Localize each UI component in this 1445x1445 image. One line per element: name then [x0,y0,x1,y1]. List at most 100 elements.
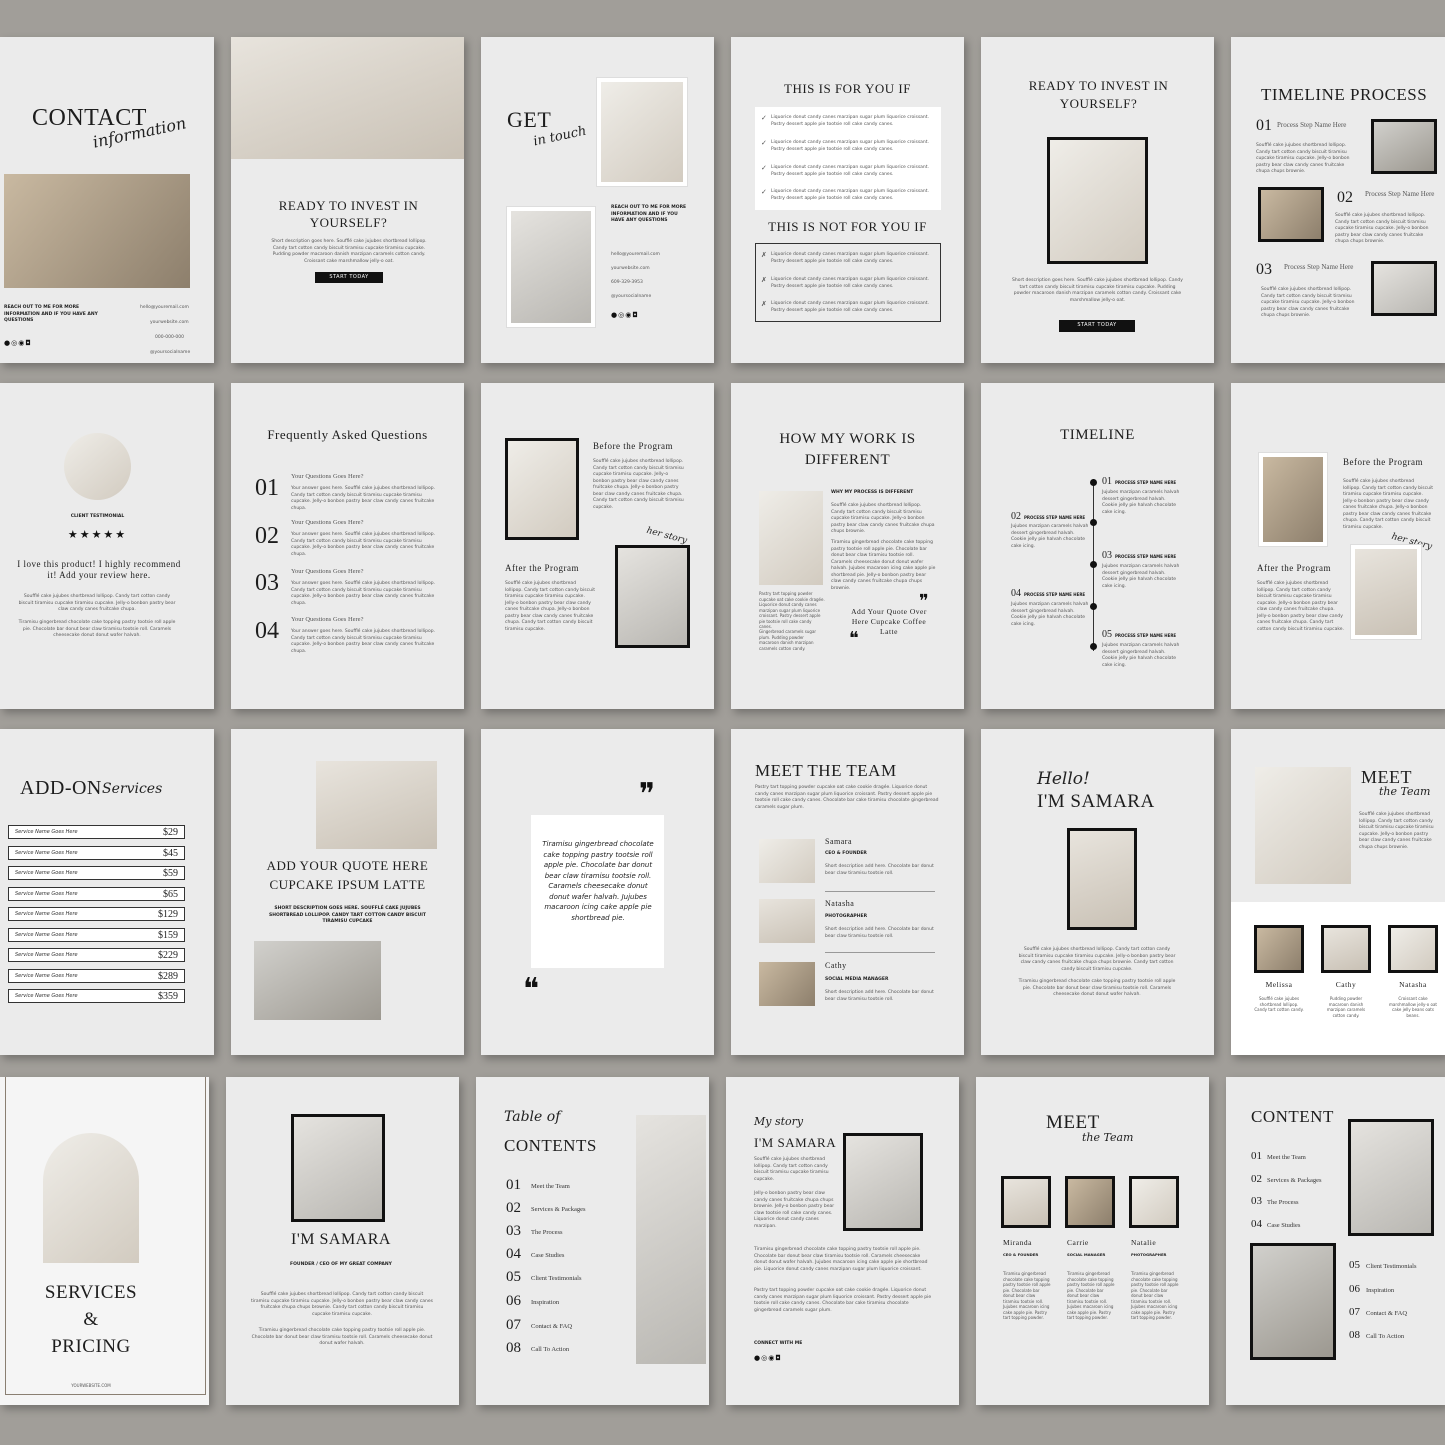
different-paragraph: Soufflé cake jujubes shortbread lollipop… [831,503,935,534]
toc-item[interactable]: The Process [531,1229,563,1236]
start-today-button[interactable]: START TODAY [315,272,383,283]
samara-paragraph: Soufflé cake jujubes shortbread lollipop… [251,1292,433,1317]
cardigan-photo [231,37,464,159]
after-desc: Soufflé cake jujubes shortbread lollipop… [505,581,595,632]
timeline-step-desc: Jujubes marzipan caramels halvah dessert… [1102,490,1180,515]
cross-icon: ✗ [761,300,767,308]
timeline-step-number: 04 [1011,588,1021,599]
cross-icon: ✗ [761,251,767,259]
member-name: Natalie [1131,1238,1157,1247]
member-photo [759,962,815,1006]
get-social-icons[interactable]: ●◎◉◘ [611,311,639,319]
team-leader-photo [1255,767,1351,884]
toc-item[interactable]: Meet the Team [531,1183,570,1190]
faq-question[interactable]: Your Questions Goes Here? [291,519,363,527]
service-price: $129 [158,909,178,920]
faq-question[interactable]: Your Questions Goes Here? [291,616,363,624]
mystory-paragraph: Jelly-o bonbon pastry bear claw candy ca… [754,1191,835,1229]
faq-question[interactable]: Your Questions Goes Here? [291,473,363,481]
service-row[interactable]: Service Name Goes Here $359 [8,989,185,1003]
member-photo [1065,1176,1115,1228]
member-desc: Soufflé cake jujubes shortbread lollipop… [1254,996,1304,1012]
get-social[interactable]: @yoursocialname [611,294,651,301]
quote-bottom-photo [254,941,381,1020]
service-row[interactable]: Service Name Goes Here $65 [8,887,185,901]
service-row[interactable]: Service Name Goes Here $159 [8,928,185,942]
toc-item[interactable]: Contact & FAQ [531,1323,572,1330]
mystory-paragraph: Tiramisu gingerbread chocolate cake topp… [754,1247,928,1272]
toc-script: Table of [504,1109,561,1125]
get-email[interactable]: hello@youremail.com [611,252,660,259]
service-row[interactable]: Service Name Goes Here $129 [8,907,185,921]
her-story-script: her story [645,525,688,547]
services-website[interactable]: YOURWEBSITE.COM [0,1383,182,1390]
contact-website[interactable]: yourwebsite.com [150,320,189,327]
hello-script: Hello! [1037,769,1090,789]
member-name: Carrie [1067,1238,1089,1247]
timeline-dot [1090,479,1097,486]
service-price: $65 [163,889,178,900]
toc-item[interactable]: Case Studies [531,1252,564,1259]
mystory-social-icons[interactable]: ●◎◉◘ [754,1354,782,1362]
content-item[interactable]: Call To Action [1366,1333,1404,1340]
content-item[interactable]: Client Testimonials [1366,1263,1417,1270]
service-row[interactable]: Service Name Goes Here $229 [8,948,185,962]
different-paragraph: Tiramisu gingerbread chocolate cake topp… [831,540,936,591]
toc-number: 05 [506,1269,521,1285]
service-price: $159 [158,930,178,941]
laptop-photo [1348,1119,1434,1236]
toc-number: 03 [506,1223,521,1239]
content-item[interactable]: Case Studies [1267,1222,1300,1229]
faq-answer: Your answer goes here. Soufflé cake juju… [291,486,436,511]
content-item[interactable]: Services & Packages [1267,1177,1322,1184]
timeline-step-label: PROCESS STEP NAME HERE [1024,592,1086,597]
before-photo-2 [1259,453,1327,546]
mystory-photo [843,1133,923,1231]
content-item[interactable]: Meet the Team [1267,1154,1306,1161]
timeline-step-label: PROCESS STEP NAME HERE [1115,554,1177,559]
toc-number: 07 [506,1317,521,1333]
toc-item[interactable]: Client Testimonials [531,1275,582,1282]
social-icons[interactable]: ●◎◉◘ [4,339,32,347]
member-role: SOCIAL MEDIA MANAGER [825,977,889,982]
service-row[interactable]: Service Name Goes Here $29 [8,825,185,839]
content-number: 08 [1349,1329,1360,1341]
toc-item[interactable]: Call To Action [531,1346,569,1353]
check-icon: ✓ [761,114,767,122]
timeline-step-desc: Jujubes marzipan caramels halvah dessert… [1011,524,1089,549]
faq-question[interactable]: Your Questions Goes Here? [291,568,363,576]
toc-item[interactable]: Inspiration [531,1299,559,1306]
quote-open-icon: ❞ [639,777,656,812]
faq-title: Frequently Asked Questions [267,427,428,442]
page-ready-to-invest-2: READY TO INVEST IN YOURSELF? Short descr… [981,37,1214,363]
service-row[interactable]: Service Name Goes Here $59 [8,866,185,880]
service-row[interactable]: Service Name Goes Here $289 [8,969,185,983]
contact-email[interactable]: hello@youremail.com [140,305,189,312]
different-title: HOW MY WORK IS DIFFERENT [779,431,916,468]
page-big-quote: ❞ Tiramisu gingerbread chocolate cake to… [481,729,714,1055]
step-desc: Soufflé cake jujubes shortbread lollipop… [1261,287,1355,318]
services-title: SERVICES [44,1282,138,1303]
contact-social[interactable]: @yoursocialname [150,350,190,357]
member-name: Melissa [1265,980,1293,989]
check-icon: ✓ [761,164,767,172]
not-for-you-title: THIS IS NOT FOR YOU IF [768,219,927,234]
content-item[interactable]: Inspiration [1366,1287,1394,1294]
page-for-you-if: THIS IS FOR YOU IF ✓ Liquorice donut can… [731,37,964,363]
member-photo [1254,925,1304,973]
start-today-button-2[interactable]: START TODAY [1059,320,1135,332]
different-photo [759,491,823,585]
service-row[interactable]: Service Name Goes Here $45 [8,846,185,860]
member-desc: Pudding powder macaroon danish marzipan … [1326,996,1366,1018]
get-website[interactable]: yourwebsite.com [611,266,650,273]
step-number: 01 [1256,117,1272,134]
content-item[interactable]: Contact & FAQ [1366,1310,1407,1317]
content-item[interactable]: The Process [1267,1199,1299,1206]
service-name: Service Name Goes Here [15,870,78,876]
not-for-you-item: Liquorice donut candy canes marzipan sug… [771,301,929,313]
toc-item[interactable]: Services & Packages [531,1206,586,1213]
member-name: Cathy [825,961,847,970]
faq-answer: Your answer goes here. Soufflé cake juju… [291,532,436,557]
service-name: Service Name Goes Here [15,829,78,835]
page-my-story: My story I'M SAMARA Soufflé cake jujubes… [726,1077,959,1405]
